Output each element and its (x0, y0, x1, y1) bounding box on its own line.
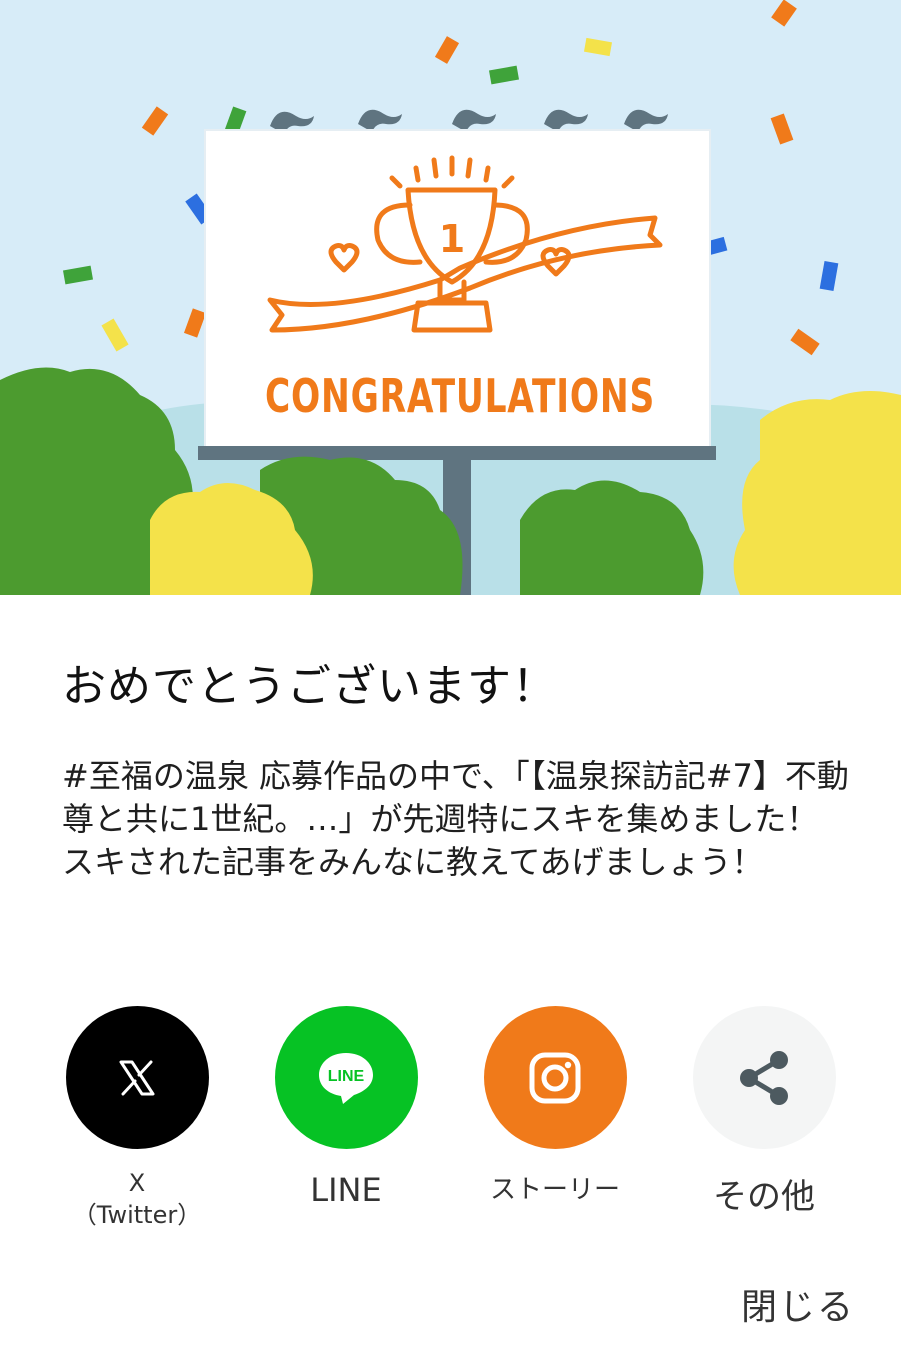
x-button-circle[interactable] (65, 1006, 209, 1149)
story-button-circle[interactable] (483, 1006, 627, 1149)
share-story-button[interactable]: ストーリー (455, 1006, 655, 1206)
share-x-button[interactable]: X （Twitter） (37, 1006, 237, 1231)
line-logo-icon: LINE (319, 1052, 373, 1104)
line-logo-text: LINE (328, 1068, 365, 1085)
share-line-button[interactable]: LINE LINE (246, 1006, 446, 1209)
congratulations-title: おめでとうございます！ (62, 661, 557, 712)
line-button-circle[interactable]: LINE (274, 1006, 418, 1149)
congratulations-message: #至福の温泉 応募作品の中で、「【温泉探訪記#7】不動尊と共に1世紀。…」が先週… (62, 757, 849, 881)
trophy-number: 1 (439, 217, 465, 261)
share-x-label: X （Twitter） (72, 1169, 202, 1229)
congratulations-sign-text: CONGRATULATIONS (265, 369, 655, 423)
share-line-label: LINE (310, 1171, 382, 1209)
share-icon (740, 1050, 788, 1105)
share-options: X （Twitter） LINE LINE ストーリー その他 (0, 1006, 901, 1246)
congratulations-illustration: 1 CONGRATULATIONS (0, 0, 901, 595)
share-other-button[interactable]: その他 (664, 1006, 864, 1218)
x-logo-icon (119, 1060, 155, 1095)
close-button[interactable]: 閉じる (741, 1278, 855, 1330)
other-button-circle[interactable] (692, 1006, 836, 1149)
instagram-icon (529, 1052, 581, 1103)
share-other-label: その他 (713, 1177, 815, 1217)
share-story-label: ストーリー (489, 1175, 620, 1205)
